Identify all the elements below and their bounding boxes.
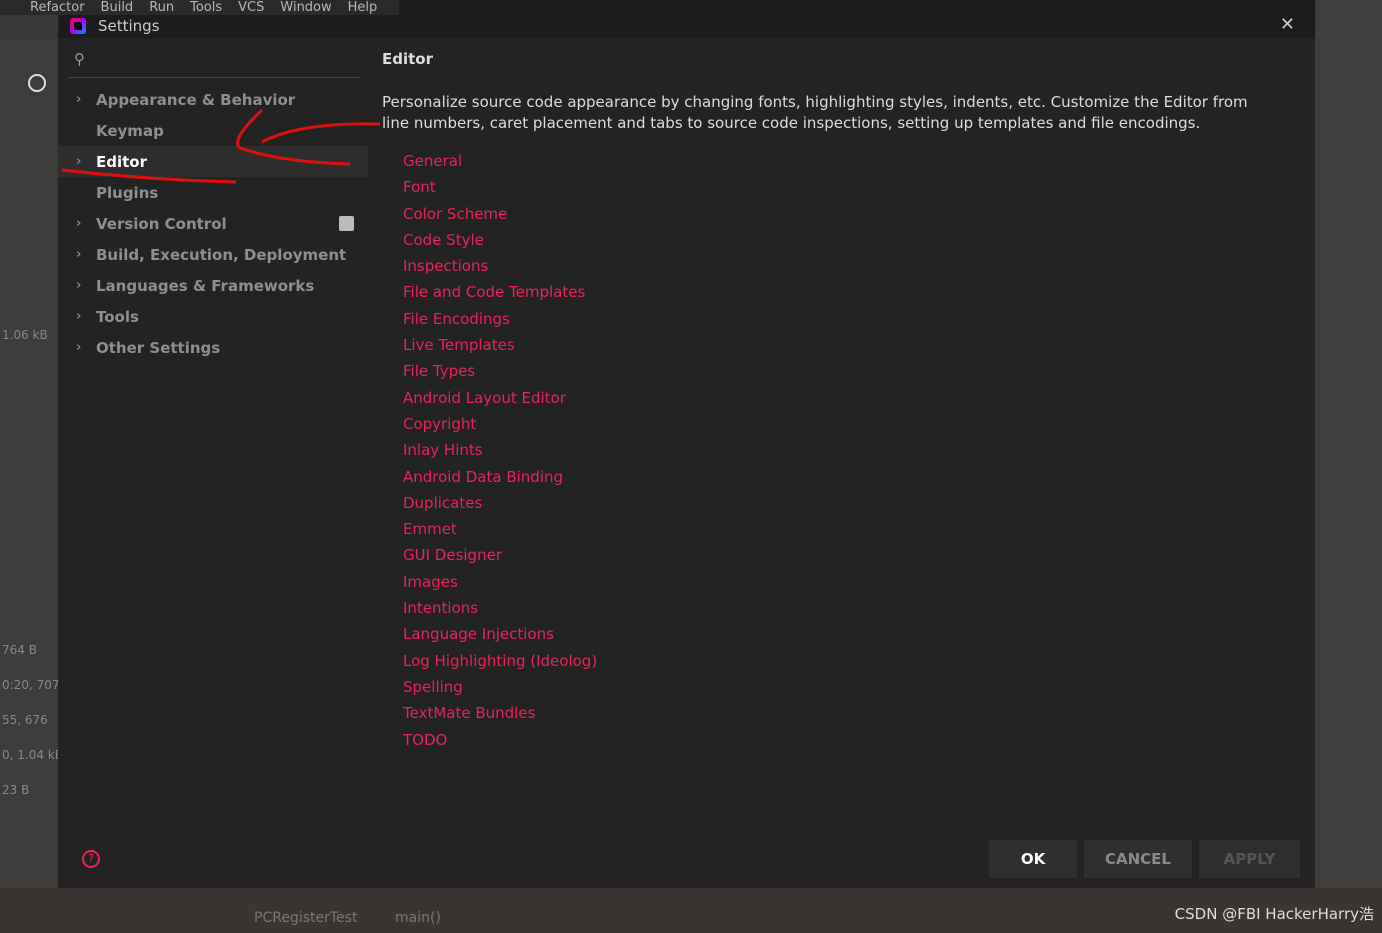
menu-help[interactable]: Help (348, 0, 378, 15)
menu-refactor[interactable]: Refactor (30, 0, 85, 15)
menu-vcs[interactable]: VCS (238, 0, 264, 15)
red-annotation-arrow (61, 108, 381, 184)
menu-tools[interactable]: Tools (190, 0, 222, 15)
menu-window[interactable]: Window (280, 0, 331, 15)
background-menu-bar: Refactor Build Run Tools VCS Window Help (0, 0, 400, 15)
menu-build[interactable]: Build (101, 0, 134, 15)
menu-run[interactable]: Run (149, 0, 174, 15)
